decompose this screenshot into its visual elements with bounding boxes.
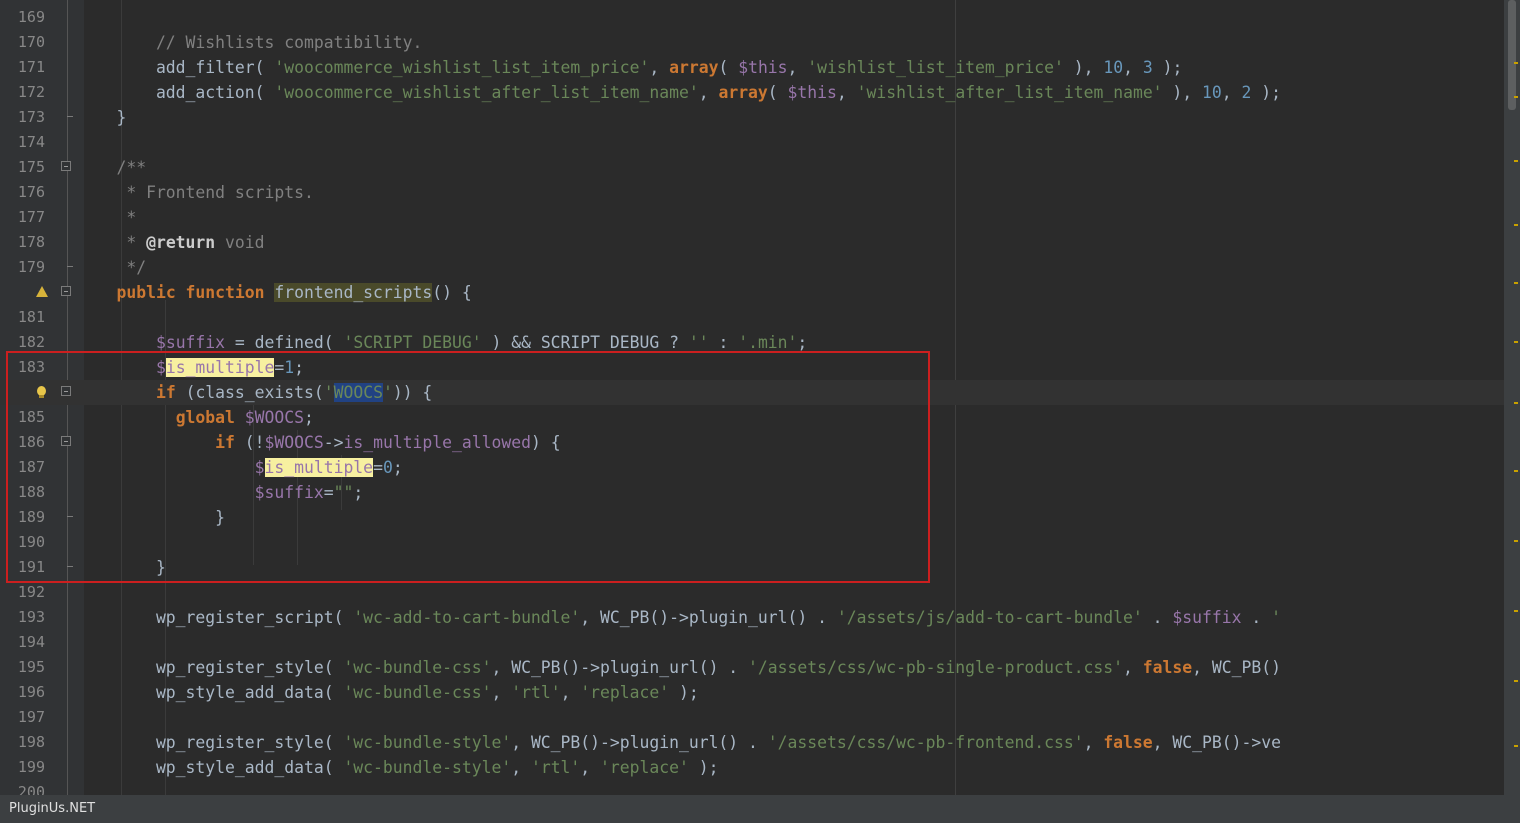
code-line[interactable]: 178 * @return void bbox=[0, 230, 1504, 255]
code-text: wp_style_add_data( 'wc-bundle-style', 'r… bbox=[77, 758, 719, 777]
code-text: /** bbox=[77, 158, 147, 177]
code-line[interactable]: 197 bbox=[0, 705, 1504, 730]
code-text: wp_style_add_data( 'wc-bundle-css', 'rtl… bbox=[77, 683, 699, 702]
code-line[interactable]: 181 bbox=[0, 305, 1504, 330]
error-stripe-marker[interactable] bbox=[1514, 680, 1518, 682]
code-line[interactable]: 196 wp_style_add_data( 'wc-bundle-css', … bbox=[0, 680, 1504, 705]
code-text: // Wishlists compatibility. bbox=[77, 33, 423, 52]
line-number: 196 bbox=[17, 683, 45, 701]
line-number: 176 bbox=[17, 183, 45, 201]
error-stripe-marker[interactable] bbox=[1514, 282, 1518, 284]
warning-icon[interactable] bbox=[36, 286, 48, 297]
watermark-text: PluginUs.NET bbox=[9, 801, 96, 816]
code-text: public function frontend_scripts() { bbox=[116, 283, 472, 302]
code-line[interactable]: public function frontend_scripts() { bbox=[0, 280, 1504, 305]
error-stripe-marker[interactable] bbox=[1514, 62, 1518, 64]
line-number: 194 bbox=[17, 633, 45, 651]
code-line[interactable]: 175 /** bbox=[0, 155, 1504, 180]
code-line[interactable]: 192 bbox=[0, 580, 1504, 605]
code-text: * Frontend scripts. bbox=[77, 183, 314, 202]
fold-end-marker bbox=[67, 266, 73, 267]
error-stripe-marker[interactable] bbox=[1514, 470, 1518, 472]
code-text: wp_register_script( 'wc-add-to-cart-bund… bbox=[77, 608, 1281, 627]
code-text: add_filter( 'woocommerce_wishlist_list_i… bbox=[77, 58, 1183, 77]
line-number: 195 bbox=[17, 658, 45, 676]
code-text: add_action( 'woocommerce_wishlist_after_… bbox=[77, 83, 1282, 102]
vertical-scrollbar[interactable] bbox=[1504, 0, 1520, 795]
line-number: 173 bbox=[17, 108, 45, 126]
highlight-annotation-box bbox=[6, 351, 930, 583]
code-line[interactable]: 193 wp_register_script( 'wc-add-to-cart-… bbox=[0, 605, 1504, 630]
code-editor[interactable]: 169 170 // Wishlists compatibility. 171 … bbox=[0, 0, 1504, 795]
error-stripe-marker[interactable] bbox=[1514, 341, 1518, 343]
line-number: 171 bbox=[17, 58, 45, 76]
code-line[interactable]: 171 add_filter( 'woocommerce_wishlist_li… bbox=[0, 55, 1504, 80]
error-stripe-marker[interactable] bbox=[1514, 160, 1518, 162]
code-line[interactable]: 172 add_action( 'woocommerce_wishlist_af… bbox=[0, 80, 1504, 105]
line-number: 198 bbox=[17, 733, 45, 751]
line-number: 169 bbox=[17, 8, 45, 26]
status-bar: PluginUs.NET bbox=[0, 795, 1520, 823]
line-number: 181 bbox=[17, 308, 45, 326]
code-line[interactable]: 194 bbox=[0, 630, 1504, 655]
line-number: 174 bbox=[17, 133, 45, 151]
code-line[interactable]: 169 bbox=[0, 5, 1504, 30]
fold-end-marker bbox=[67, 116, 73, 117]
code-text: wp_register_style( 'wc-bundle-css', WC_P… bbox=[77, 658, 1281, 677]
scrollbar-thumb[interactable] bbox=[1508, 0, 1516, 110]
line-number: 193 bbox=[17, 608, 45, 626]
code-line[interactable]: 199 wp_style_add_data( 'wc-bundle-style'… bbox=[0, 755, 1504, 780]
line-number: 178 bbox=[17, 233, 45, 251]
error-stripe-marker[interactable] bbox=[1514, 224, 1518, 226]
code-line[interactable]: 198 wp_register_style( 'wc-bundle-style'… bbox=[0, 730, 1504, 755]
line-number: 172 bbox=[17, 83, 45, 101]
code-line[interactable]: 195 wp_register_style( 'wc-bundle-css', … bbox=[0, 655, 1504, 680]
line-number: 170 bbox=[17, 33, 45, 51]
code-text: * bbox=[77, 208, 137, 227]
error-stripe-marker[interactable] bbox=[1514, 96, 1518, 98]
code-line[interactable]: 174 bbox=[0, 130, 1504, 155]
code-text: */ bbox=[77, 258, 147, 277]
code-line[interactable]: 177 * bbox=[0, 205, 1504, 230]
code-text: * @return void bbox=[77, 233, 265, 252]
code-text: } bbox=[77, 108, 127, 127]
error-stripe-marker[interactable] bbox=[1514, 402, 1518, 404]
error-stripe-marker[interactable] bbox=[1514, 610, 1518, 612]
code-line[interactable]: 179 */ bbox=[0, 255, 1504, 280]
line-number: 192 bbox=[17, 583, 45, 601]
code-line[interactable]: 173 } bbox=[0, 105, 1504, 130]
code-line[interactable]: 170 // Wishlists compatibility. bbox=[0, 30, 1504, 55]
line-number: 175 bbox=[17, 158, 45, 176]
fold-toggle-icon[interactable] bbox=[61, 161, 71, 171]
line-number: 177 bbox=[17, 208, 45, 226]
line-number: 200 bbox=[17, 783, 45, 795]
line-number: 179 bbox=[17, 258, 45, 276]
line-number: 199 bbox=[17, 758, 45, 776]
fold-toggle-icon[interactable] bbox=[61, 286, 71, 296]
error-stripe-marker[interactable] bbox=[1514, 540, 1518, 542]
code-line[interactable]: 200 bbox=[0, 780, 1504, 795]
code-text: wp_register_style( 'wc-bundle-style', WC… bbox=[77, 733, 1281, 752]
error-stripe-marker[interactable] bbox=[1514, 745, 1518, 747]
code-line[interactable]: 176 * Frontend scripts. bbox=[0, 180, 1504, 205]
line-number: 197 bbox=[17, 708, 45, 726]
